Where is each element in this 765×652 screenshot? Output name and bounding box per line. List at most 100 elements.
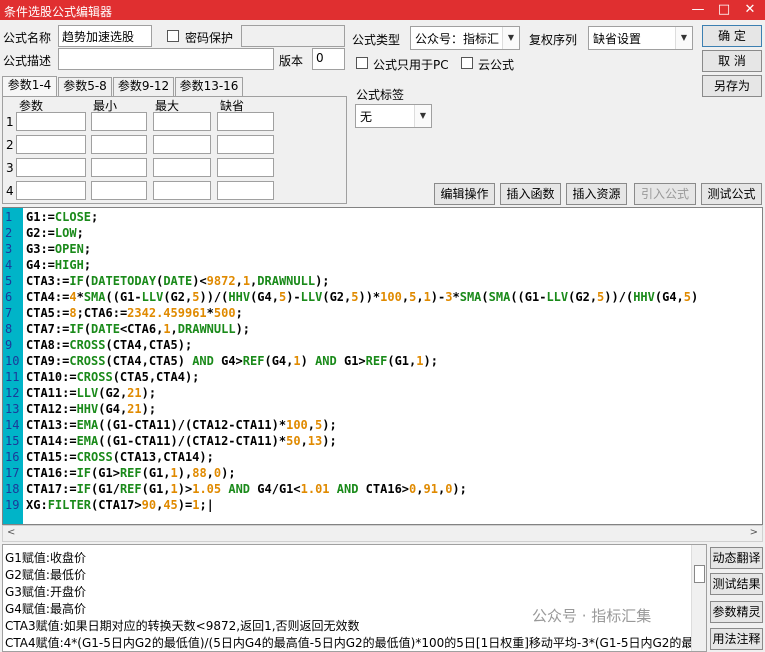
insert-function-button[interactable]: 插入函数 <box>500 183 561 205</box>
param-row-index: 1 <box>6 115 14 129</box>
name-label: 公式名称 <box>3 31 52 45</box>
scroll-left-icon[interactable]: < <box>7 527 15 538</box>
description-line: G3赋值:开盘价 <box>5 585 86 599</box>
desc-input[interactable] <box>58 48 274 70</box>
code-line: CTA7:=IF(DATE<CTA6,1,DRAWNULL); <box>26 322 251 336</box>
title-bar: 条件选股公式编辑器 — □ ✕ <box>0 0 765 20</box>
param-1-default[interactable] <box>217 112 274 131</box>
line-number: 3 <box>5 242 13 256</box>
cancel-button[interactable]: 取 消 <box>702 50 762 72</box>
description-line: CTA4赋值:4*(G1-5日内G2的最低值)/(5日内G4的最高值-5日内G2… <box>5 636 694 650</box>
param-4-max[interactable] <box>153 181 211 200</box>
param-2-name[interactable] <box>16 135 86 154</box>
rights-label: 复权序列 <box>529 33 578 47</box>
type-select[interactable]: 公众号：指标汇 ▼ <box>410 26 520 50</box>
tab-params-13-16[interactable]: 参数13-16 <box>175 77 243 96</box>
param-3-min[interactable] <box>91 158 147 177</box>
password-label: 密码保护 <box>185 31 234 45</box>
close-icon[interactable]: ✕ <box>742 2 758 18</box>
chevron-down-icon: ▼ <box>414 105 431 127</box>
code-line: G2:=LOW; <box>26 226 84 240</box>
line-number: 4 <box>5 258 13 272</box>
rights-select[interactable]: 缺省设置 ▼ <box>588 26 693 50</box>
line-number: 5 <box>5 274 13 288</box>
line-number: 14 <box>5 418 20 432</box>
test-formula-button[interactable]: 测试公式 <box>701 183 762 205</box>
cloud-checkbox[interactable] <box>461 57 473 69</box>
param-3-max[interactable] <box>153 158 211 177</box>
param-1-min[interactable] <box>91 112 147 131</box>
code-line: G4:=HIGH; <box>26 258 92 272</box>
code-editor[interactable]: 1 2 3 4 5 6 7 8 9 10 11 12 13 14 15 16 1… <box>2 207 763 525</box>
chevron-down-icon: ▼ <box>675 27 692 49</box>
code-line: CTA8:=CROSS(CTA4,CTA5); <box>26 338 193 352</box>
line-number: 7 <box>5 306 13 320</box>
horizontal-scrollbar[interactable]: < > <box>2 525 763 542</box>
type-label: 公式类型 <box>352 33 401 47</box>
param-1-name[interactable] <box>16 112 86 131</box>
line-number: 11 <box>5 370 20 384</box>
line-number: 13 <box>5 402 20 416</box>
line-number: 18 <box>5 482 20 496</box>
param-2-default[interactable] <box>217 135 274 154</box>
line-number: 15 <box>5 434 20 448</box>
scroll-right-icon[interactable]: > <box>750 527 758 538</box>
ok-button[interactable]: 确 定 <box>702 25 762 47</box>
param-2-min[interactable] <box>91 135 147 154</box>
param-tuner-button[interactable]: 参数精灵 <box>710 601 763 623</box>
param-1-max[interactable] <box>153 112 211 131</box>
code-line: CTA3:=IF(DATETODAY(DATE)<9872,1,DRAWNULL… <box>26 274 330 288</box>
dynamic-translate-button[interactable]: 动态翻译 <box>710 547 763 569</box>
code-line: G3:=OPEN; <box>26 242 92 256</box>
param-3-default[interactable] <box>217 158 274 177</box>
name-input[interactable]: 趋势加速选股 <box>58 25 152 47</box>
code-line: CTA9:=CROSS(CTA4,CTA5) AND G4>REF(G4,1) … <box>26 354 438 368</box>
code-line: CTA15:=CROSS(CTA13,CTA14); <box>26 450 214 464</box>
line-number-gutter: 1 2 3 4 5 6 7 8 9 10 11 12 13 14 15 16 1… <box>3 208 23 524</box>
minimize-icon[interactable]: — <box>690 2 706 18</box>
version-label: 版本 <box>279 54 304 68</box>
save-as-button[interactable]: 另存为 <box>702 75 762 97</box>
param-2-max[interactable] <box>153 135 211 154</box>
version-input[interactable]: 0 <box>312 48 345 70</box>
code-line: CTA5:=8;CTA6:=2342.459961*500; <box>26 306 243 320</box>
line-number: 6 <box>5 290 13 304</box>
line-number: 8 <box>5 322 13 336</box>
import-formula-button[interactable]: 引入公式 <box>634 183 696 205</box>
description-line: G1赋值:收盘价 <box>5 551 86 565</box>
insert-resource-button[interactable]: 插入资源 <box>566 183 627 205</box>
cloud-label: 云公式 <box>478 58 515 72</box>
param-panel: 参数 最小 最大 缺省 1 2 3 4 <box>2 96 347 204</box>
line-number: 16 <box>5 450 20 464</box>
line-number: 1 <box>5 210 13 224</box>
tag-select[interactable]: 无 ▼ <box>355 104 432 128</box>
password-input[interactable] <box>241 25 345 47</box>
scroll-thumb[interactable] <box>694 565 705 583</box>
tab-params-5-8[interactable]: 参数5-8 <box>58 77 112 96</box>
param-4-default[interactable] <box>217 181 274 200</box>
param-row-index: 3 <box>6 161 14 175</box>
param-row-index: 4 <box>6 184 14 198</box>
vertical-scrollbar[interactable] <box>691 545 706 651</box>
password-checkbox[interactable] <box>167 30 179 42</box>
tab-params-9-12[interactable]: 参数9-12 <box>113 77 174 96</box>
param-4-name[interactable] <box>16 181 86 200</box>
test-result-button[interactable]: 测试结果 <box>710 573 763 595</box>
line-number: 10 <box>5 354 20 368</box>
formula-description-pane: G1赋值:收盘价 G2赋值:最低价 G3赋值:开盘价 G4赋值:最高价 CTA3… <box>2 544 707 652</box>
usage-note-button[interactable]: 用法注释 <box>710 628 763 650</box>
edit-operation-button[interactable]: 编辑操作 <box>434 183 495 205</box>
maximize-icon[interactable]: □ <box>716 2 732 18</box>
param-4-min[interactable] <box>91 181 147 200</box>
pc-only-label: 公式只用于PC <box>373 58 449 72</box>
line-number: 2 <box>5 226 13 240</box>
code-line: CTA14:=EMA((G1-CTA11)/(CTA12-CTA11)*50,1… <box>26 434 337 448</box>
param-row-index: 2 <box>6 138 14 152</box>
code-line: CTA13:=EMA((G1-CTA11)/(CTA12-CTA11)*100,… <box>26 418 337 432</box>
tag-label: 公式标签 <box>356 88 405 102</box>
param-3-name[interactable] <box>16 158 86 177</box>
pc-only-checkbox[interactable] <box>356 57 368 69</box>
desc-label: 公式描述 <box>3 54 52 68</box>
line-number: 19 <box>5 498 20 512</box>
tab-params-1-4[interactable]: 参数1-4 <box>2 76 57 97</box>
